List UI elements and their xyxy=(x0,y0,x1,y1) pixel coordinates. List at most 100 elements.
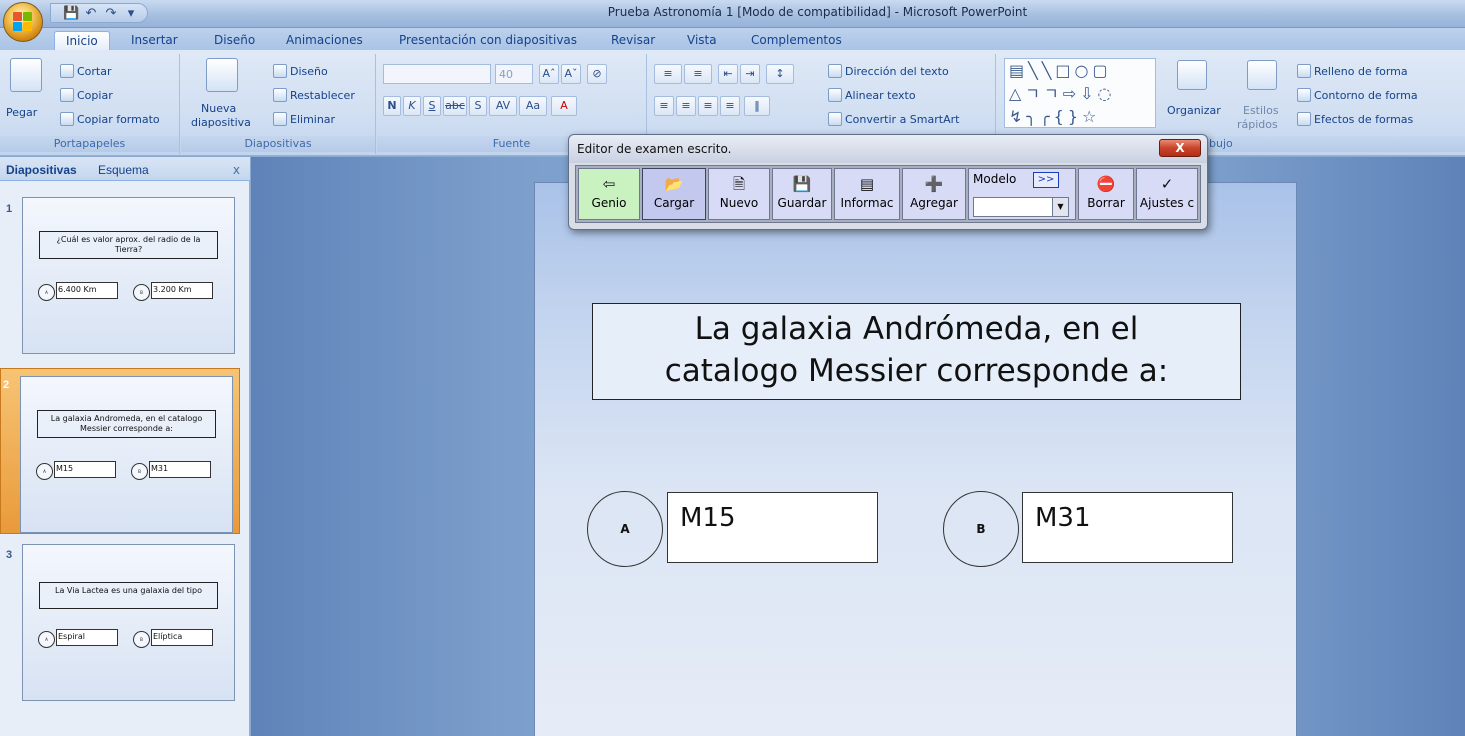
numbering-icon[interactable]: ≡ xyxy=(684,64,712,84)
answer-circle-b[interactable]: B xyxy=(943,491,1019,567)
italic-button[interactable]: K xyxy=(403,96,421,116)
copiar-button[interactable]: Copiar xyxy=(60,88,113,102)
increase-indent-icon[interactable]: ⇥ xyxy=(740,64,760,84)
bullets-icon[interactable]: ≡ xyxy=(654,64,682,84)
answer-option-a[interactable]: M15 xyxy=(667,492,878,563)
tab-revisar[interactable]: Revisar xyxy=(600,31,666,50)
slide-canvas[interactable]: La galaxia Andrómeda, en el catalogo Mes… xyxy=(534,182,1297,736)
answer-circle-a[interactable]: A xyxy=(587,491,663,567)
grow-font-icon[interactable]: Aˆ xyxy=(539,64,559,84)
justify-icon[interactable]: ≡ xyxy=(720,96,740,116)
tab-presentacion[interactable]: Presentación con diapositivas xyxy=(388,31,588,50)
align-center-icon[interactable]: ≡ xyxy=(676,96,696,116)
decrease-indent-icon[interactable]: ⇤ xyxy=(718,64,738,84)
question-textbox[interactable]: La galaxia Andrómeda, en el catalogo Mes… xyxy=(592,303,1241,400)
tab-insertar[interactable]: Insertar xyxy=(120,31,189,50)
informacion-button[interactable]: ▤ Informac xyxy=(834,168,900,220)
tab-esquema[interactable]: Esquema xyxy=(98,163,149,177)
chevron-down-icon[interactable]: ▼ xyxy=(1052,198,1068,216)
tab-vista[interactable]: Vista xyxy=(676,31,728,50)
modelo-group: Modelo >> ▼ xyxy=(968,168,1076,220)
agregar-label: Agregar xyxy=(910,196,958,210)
relleno-forma-button[interactable]: Relleno de forma xyxy=(1297,64,1408,78)
bold-button[interactable]: N xyxy=(383,96,401,116)
efectos-formas-button[interactable]: Efectos de formas xyxy=(1297,112,1413,126)
agregar-button[interactable]: ➕ Agregar xyxy=(902,168,966,220)
nuevo-button[interactable]: 🗎 Nuevo xyxy=(708,168,770,220)
eliminar-button[interactable]: Eliminar xyxy=(273,112,335,126)
close-panel-icon[interactable]: x xyxy=(233,163,240,177)
copiar-formato-button[interactable]: Copiar formato xyxy=(60,112,160,126)
fill-icon xyxy=(1297,64,1311,78)
direccion-texto-button[interactable]: Dirección del texto xyxy=(828,64,949,78)
strikethrough-button[interactable]: abc xyxy=(443,96,467,116)
modelo-next-button[interactable]: >> xyxy=(1033,172,1059,188)
shadow-button[interactable]: S xyxy=(469,96,487,116)
ajustes-button[interactable]: ✓ Ajustes c xyxy=(1136,168,1198,220)
slide-thumbnail[interactable]: La Via Lactea es una galaxia del tipo A … xyxy=(3,537,240,703)
tab-inicio[interactable]: Inicio xyxy=(54,31,110,50)
diseno-button[interactable]: Diseño xyxy=(273,64,328,78)
informacion-label: Informac xyxy=(840,196,894,210)
circle-label-b: B xyxy=(976,522,986,536)
tab-animaciones[interactable]: Animaciones xyxy=(275,31,374,50)
nueva-diapositiva-button[interactable]: diapositiva xyxy=(191,116,251,129)
columns-icon[interactable]: ‖ xyxy=(744,96,770,116)
thumbnail-option-b: M31 xyxy=(149,461,211,478)
group-label-portapapeles: Portapapeles xyxy=(0,136,179,152)
format-painter-icon xyxy=(60,112,74,126)
guardar-button[interactable]: 💾 Guardar xyxy=(772,168,832,220)
circle-label-a: A xyxy=(620,522,630,536)
slide-thumbnail-selected[interactable]: 2 La galaxia Andromeda, en el catalogo M… xyxy=(0,368,240,534)
circle-label: B xyxy=(140,290,143,295)
shapes-gallery[interactable]: ▤╲╲□○▢ △ㄱㄱ⇨⇩◌ ↯╮╭{}☆ xyxy=(1004,58,1156,128)
borrar-label: Borrar xyxy=(1087,196,1125,210)
borrar-button[interactable]: ⛔ Borrar xyxy=(1078,168,1134,220)
organizar-button[interactable]: Organizar xyxy=(1167,104,1221,117)
new-file-icon: 🗎 xyxy=(732,175,746,193)
arrow-left-icon: ⇦ xyxy=(602,175,616,193)
answer-option-b[interactable]: M31 xyxy=(1022,492,1233,563)
editor-title[interactable]: Editor de examen escrito. xyxy=(569,135,1207,163)
relleno-label: Relleno de forma xyxy=(1314,64,1408,78)
align-right-icon[interactable]: ≡ xyxy=(698,96,718,116)
pegar-button[interactable]: Pegar xyxy=(6,106,37,119)
tab-complementos[interactable]: Complementos xyxy=(740,31,853,50)
modelo-select[interactable]: ▼ xyxy=(973,197,1069,217)
exam-editor-window[interactable]: Editor de examen escrito. X ⇦ Genio 📂 Ca… xyxy=(568,134,1208,230)
align-text-icon xyxy=(828,88,842,102)
slides-panel: Diapositivas Esquema x 1 ¿Cuál es valor … xyxy=(0,157,250,736)
restablecer-button[interactable]: Restablecer xyxy=(273,88,355,102)
slide-thumbnail[interactable]: ¿Cuál es valor aprox. del radio de la Ti… xyxy=(3,190,240,356)
smartart-button[interactable]: Convertir a SmartArt xyxy=(828,112,959,126)
font-color-button[interactable]: A xyxy=(551,96,577,116)
cortar-button[interactable]: Cortar xyxy=(60,64,112,78)
folder-open-icon: 📂 xyxy=(664,175,684,193)
nueva-label[interactable]: Nueva xyxy=(201,102,236,115)
font-name-combo[interactable] xyxy=(383,64,491,84)
char-spacing-button[interactable]: AV xyxy=(489,96,517,116)
new-slide-icon xyxy=(206,58,238,92)
contorno-forma-button[interactable]: Contorno de forma xyxy=(1297,88,1418,102)
nuevo-label: Nuevo xyxy=(719,196,759,210)
genio-button[interactable]: ⇦ Genio xyxy=(578,168,640,220)
estilos-rapidos-button[interactable]: rápidos xyxy=(1237,118,1278,131)
tab-diseno[interactable]: Diseño xyxy=(203,31,266,50)
alinear-texto-button[interactable]: Alinear texto xyxy=(828,88,916,102)
copiar-label: Copiar xyxy=(77,88,113,102)
tab-diapositivas[interactable]: Diapositivas xyxy=(6,163,77,177)
estilos-label[interactable]: Estilos xyxy=(1243,104,1279,117)
thumbnail-canvas: La Via Lactea es una galaxia del tipo A … xyxy=(22,544,235,701)
layout-icon xyxy=(273,64,287,78)
line-spacing-icon[interactable]: ↕ xyxy=(766,64,794,84)
office-button[interactable] xyxy=(3,2,43,42)
circle-label: B xyxy=(138,469,141,474)
clear-format-icon[interactable]: ⊘ xyxy=(587,64,607,84)
close-icon[interactable]: X xyxy=(1159,139,1201,157)
align-left-icon[interactable]: ≡ xyxy=(654,96,674,116)
cargar-button[interactable]: 📂 Cargar xyxy=(642,168,706,220)
font-size-combo[interactable]: 40 xyxy=(495,64,533,84)
underline-button[interactable]: S xyxy=(423,96,441,116)
change-case-button[interactable]: Aa xyxy=(519,96,547,116)
shrink-font-icon[interactable]: Aˇ xyxy=(561,64,581,84)
